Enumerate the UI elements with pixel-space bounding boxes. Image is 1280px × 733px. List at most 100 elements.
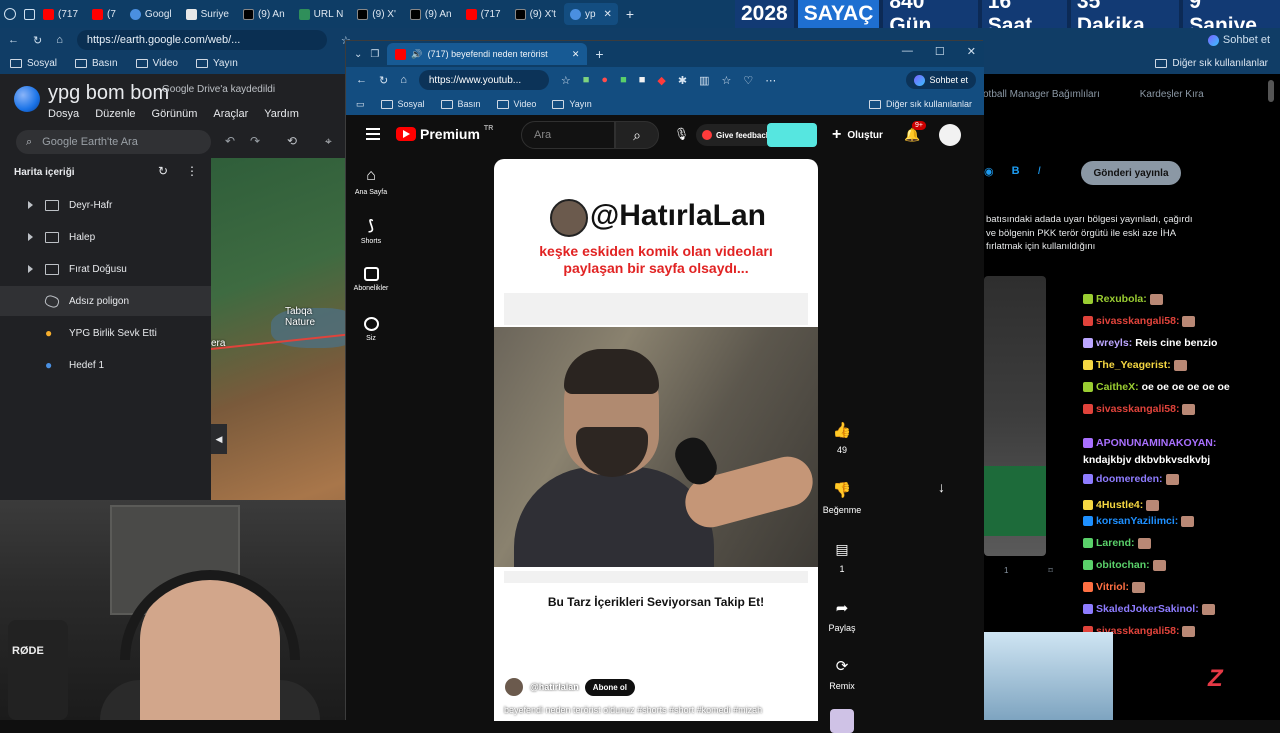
tree-item-ypg-birlik[interactable]: ● YPG Birlik Sevk Etti (0, 318, 211, 348)
avatar[interactable] (939, 124, 961, 146)
reload-icon[interactable]: ↻ (33, 34, 42, 47)
channel-avatar[interactable] (504, 677, 524, 697)
tree-item-hedef-1[interactable]: ● Hedef 1 (0, 350, 211, 380)
pin-icon[interactable]: ⌖ (325, 134, 332, 149)
sidebar-icon[interactable]: ▭ (356, 99, 365, 110)
short-video-player[interactable]: @HatırlaLan keşke eskiden komik olan vid… (494, 159, 818, 721)
extension-icon[interactable]: ◆ (657, 74, 665, 87)
close-icon[interactable]: ✕ (572, 49, 580, 60)
bookmark-other[interactable]: Diğer sık kullanılanlar (868, 99, 972, 109)
chat-username[interactable]: sivasskangali58: (1096, 314, 1179, 328)
new-tab-icon[interactable]: + (595, 46, 603, 62)
bg-chat-button[interactable]: Sohbet et (1207, 34, 1270, 46)
maximize-icon[interactable]: ☐ (935, 45, 945, 58)
close-icon[interactable]: ✕ (604, 9, 612, 20)
guide-shorts[interactable]: ⟆ Shorts (346, 217, 396, 245)
expand-arrow-icon[interactable] (28, 233, 33, 241)
arrow-down-icon[interactable]: ↓ (938, 479, 945, 495)
italic-icon[interactable]: I (1038, 165, 1041, 178)
tree-item-firat-dogusu[interactable]: Fırat Doğusu (0, 254, 211, 284)
short-description[interactable]: beyefendi neden terörist oldunuz #shorts… (504, 705, 762, 715)
bg-tab-9[interactable]: (717 (460, 3, 507, 25)
bold-icon[interactable]: B (1012, 165, 1020, 178)
reload-icon[interactable]: ↻ (379, 74, 388, 87)
yt-search-input[interactable]: Ara (521, 121, 615, 149)
menu-icon[interactable] (366, 128, 380, 140)
like-button[interactable]: 👍 49 (822, 421, 862, 455)
more-vert-icon[interactable]: ⋮ (186, 164, 198, 178)
bookmark-basin[interactable]: Basın (75, 58, 118, 69)
menu-araclar[interactable]: Araçlar (213, 108, 248, 120)
tree-item-adsiz-poligon[interactable]: Adsız poligon (0, 286, 211, 316)
chat-username[interactable]: 4Hustle4: (1096, 498, 1143, 512)
guide-home[interactable]: ⌂ Ana Sayfa (346, 167, 396, 196)
bookmark-sosyal[interactable]: Sosyal (380, 99, 425, 109)
channel-name[interactable]: @hatirlalan (530, 682, 579, 692)
chat-username[interactable]: Larend: (1096, 536, 1135, 550)
sound-avatar[interactable] (830, 709, 854, 733)
guide-you[interactable]: Siz (346, 317, 396, 342)
dislike-button[interactable]: 👎 Beğenme (822, 481, 862, 515)
post-button[interactable]: Gönderi yayınla (1081, 161, 1181, 185)
earth-search-input[interactable]: ⌕ Google Earth'te Ara (16, 130, 211, 154)
menu-gorunum[interactable]: Görünüm (152, 108, 198, 120)
subscribe-button[interactable]: Abone ol (584, 678, 636, 696)
tweet-image[interactable] (984, 276, 1046, 556)
bookmark-other[interactable]: Diğer sık kullanılanlar (1155, 58, 1268, 69)
extension-toggle[interactable] (767, 123, 817, 147)
extension-icon[interactable]: ■ (639, 74, 646, 86)
reply-count[interactable]: 1 (1004, 566, 1008, 575)
new-tab-icon[interactable]: + (620, 3, 640, 25)
bg-tab-active[interactable]: yp ✕ (563, 3, 618, 25)
split-icon[interactable]: ▥ (699, 74, 709, 87)
bg-tab-1[interactable]: (717 (37, 3, 84, 25)
extension-icon[interactable]: ■ (583, 74, 590, 86)
chat-username[interactable]: doomereden: (1096, 472, 1163, 486)
bookmark-video[interactable]: Video (135, 58, 178, 69)
collapse-panel-button[interactable]: ◀ (211, 424, 227, 454)
bg-tab-3[interactable]: Googl (124, 3, 178, 25)
chat-username[interactable]: wreyls: (1096, 336, 1132, 350)
yt-chat-button[interactable]: Sohbet et (906, 71, 976, 89)
tab-kardesler[interactable]: Kardeşler Kıra (1140, 89, 1204, 100)
remix-button[interactable]: ⟳ Remix (822, 657, 862, 691)
menu-duzenle[interactable]: Düzenle (95, 108, 135, 120)
project-title[interactable]: ypg bom bom (48, 82, 169, 105)
location-icon[interactable]: ◉ (984, 165, 994, 178)
bg-tab-4[interactable]: Suriye (180, 3, 235, 25)
bg-url-input[interactable]: https://earth.google.com/web/... (76, 30, 327, 50)
chevron-down-icon[interactable]: ⌄ (354, 49, 362, 60)
bookmark-yayin[interactable]: Yayın (196, 58, 238, 69)
tree-item-halep[interactable]: Halep (0, 222, 211, 252)
redo-icon[interactable]: ↷ (250, 134, 260, 148)
tree-item-deyr-hafr[interactable]: Deyr-Hafr (0, 190, 211, 220)
scrollbar[interactable] (1268, 80, 1274, 102)
share-button[interactable]: ➦ Paylaş (822, 599, 862, 633)
star-icon[interactable]: ☆ (561, 74, 571, 87)
bg-tab-5[interactable]: (9) An (237, 3, 291, 25)
yt-search-button[interactable]: ⌕ (615, 121, 659, 149)
back-icon[interactable]: ← (356, 74, 367, 86)
youtube-premium-logo[interactable]: Premium TR (396, 125, 493, 142)
bookmark-sosyal[interactable]: Sosyal (10, 58, 57, 69)
speaker-icon[interactable]: 🔊 (411, 49, 422, 60)
workspaces-icon[interactable] (24, 8, 35, 20)
chat-username[interactable]: APONUNAMINAKOYAN: (1096, 436, 1216, 450)
guide-subscriptions[interactable]: Abonelikler (346, 267, 396, 292)
chat-username[interactable]: sivasskangali58: (1096, 402, 1179, 416)
comments-button[interactable]: ▤ 1 (822, 541, 862, 574)
chat-username[interactable]: SkaledJokerSakinol: (1096, 602, 1199, 616)
chat-username[interactable]: Vitriol: (1096, 580, 1129, 594)
heart-icon[interactable]: ♡ (743, 74, 753, 87)
expand-arrow-icon[interactable] (28, 265, 33, 273)
chat-username[interactable]: The_Yeagerist: (1096, 358, 1171, 372)
tab-football-manager[interactable]: otball Manager Bağımlıları (983, 89, 1100, 100)
close-window-icon[interactable]: ✕ (967, 45, 976, 58)
chevron-down-icon[interactable] (4, 8, 16, 20)
chat-username[interactable]: Rexubola: (1096, 292, 1147, 306)
extension-icon[interactable]: ■ (620, 74, 627, 86)
chat-username[interactable]: obitochan: (1096, 558, 1150, 572)
create-button[interactable]: + Oluştur (832, 126, 883, 144)
home-icon[interactable]: ⌂ (56, 34, 63, 46)
minimize-icon[interactable]: — (902, 45, 913, 58)
